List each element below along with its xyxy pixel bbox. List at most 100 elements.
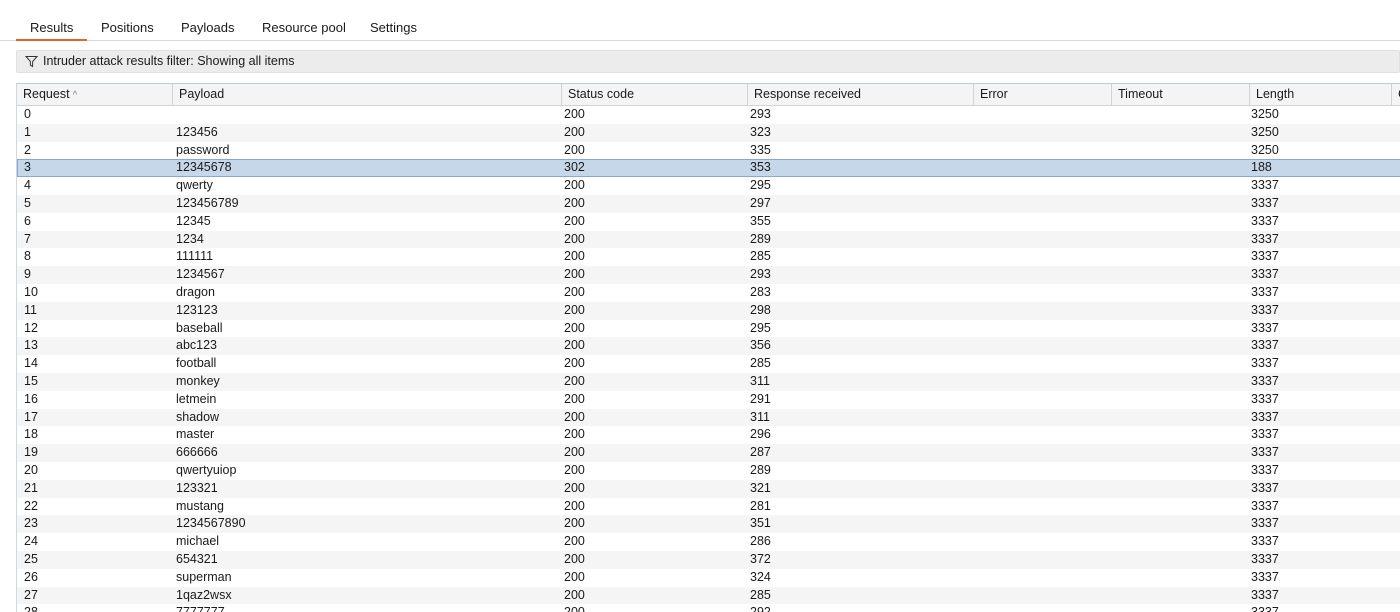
error-cell [969,444,1107,462]
error-cell [969,551,1107,569]
table-row[interactable]: 15 monkey 200 311 3337 [17,372,1400,391]
length-cell: 3337 [1251,320,1279,335]
length-cell: 3337 [1251,356,1279,371]
column-header-timeout[interactable]: Timeout [1112,84,1250,106]
table-row[interactable]: 0 200 293 3250 [17,106,1400,124]
timeout-cell [1107,231,1244,249]
table-row[interactable]: 287777777200292 3337 [17,604,1400,612]
request-cell: 1 [24,124,31,139]
table-row[interactable]: 12 baseball 200 295 3337 [17,320,1400,338]
payload-cell [169,106,557,124]
length-cell: 3337 [1251,391,1279,406]
response-received-cell: 295 [750,178,771,193]
payload-cell: 1234567 [176,267,225,282]
payload-cell: 7777777 [169,604,557,612]
table-row[interactable]: 4 qwerty 200 295 3337 [17,177,1400,195]
payload-cell: mustang [176,498,224,513]
column-header-request[interactable]: Request ^ [17,84,173,106]
error-cell [969,480,1107,498]
column-header-payload[interactable]: Payload [173,84,562,106]
table-row[interactable]: 1 123456 200 323 3250 [17,123,1400,142]
status-code-cell: 200 [564,320,585,335]
timeout-cell [1107,320,1244,338]
response-received-cell: 289 [750,462,771,477]
payload-cell: letmein [176,391,217,406]
payload-cell: 1234567890 [176,516,246,531]
status-code-cell: 200 [564,445,585,460]
length-cell: 3337 [1251,569,1279,584]
length-cell: 3250 [1251,124,1279,139]
results-filter-bar[interactable]: Intruder attack results filter: Showing … [16,50,1400,73]
request-cell: 20 [24,462,38,477]
timeout-cell [1107,604,1244,612]
tab-positions[interactable]: Positions [87,20,168,41]
table-row[interactable]: 9 1234567 200 293 3337 [17,266,1400,284]
request-cell: 4 [24,178,31,193]
status-code-cell: 200 [564,498,585,513]
response-received-cell: 287 [750,445,771,460]
table-row[interactable]: 16 letmein 200 291 3337 [17,391,1400,409]
tab-resource-pool[interactable]: Resource pool [248,20,360,41]
request-cell: 17 [24,409,38,424]
request-cell: 12 [24,320,38,335]
table-row[interactable]: 23 1234567890 200 351 3337 [17,515,1400,534]
table-row[interactable]: 20 qwertyuiop 200 289 3337 [17,462,1400,480]
table-row[interactable]: 14 football 200 285 3337 [17,355,1400,373]
length-cell: 3337 [1244,604,1394,612]
timeout-cell [1107,355,1244,373]
table-row[interactable]: 13 abc123 200 356 3337 [17,337,1400,356]
payload-cell: 111111 [176,249,214,264]
timeout-cell [1107,515,1244,533]
payload-cell: monkey [176,373,220,388]
table-row[interactable]: 24 michael 200 286 3337 [17,533,1400,551]
length-cell: 3337 [1251,178,1279,193]
length-cell: 3337 [1251,427,1279,442]
table-row[interactable]: 19 666666 200 287 3337 [17,444,1400,462]
table-row[interactable]: 7 1234 200 289 3337 [17,230,1400,249]
column-header-status-code[interactable]: Status code [562,84,748,106]
response-received-cell: 285 [750,356,771,371]
table-row[interactable]: 22 mustang 200 281 3337 [17,498,1400,516]
table-row[interactable]: 18 master 200 296 3337 [17,426,1400,444]
length-cell: 3250 [1251,142,1279,157]
status-code-cell: 200 [564,142,585,157]
table-row[interactable]: 25 654321 200 372 3337 [17,550,1400,569]
response-received-cell: 291 [750,391,771,406]
error-cell [969,231,1107,249]
length-cell: 3337 [1251,516,1279,531]
payload-cell: 123123 [176,302,218,317]
timeout-cell [1107,373,1244,391]
request-cell: 26 [24,569,38,584]
column-header-response-received[interactable]: Response received [748,84,974,106]
column-header-length[interactable]: Length [1250,84,1392,106]
response-received-cell: 324 [750,569,771,584]
response-received-cell: 298 [750,302,771,317]
table-row[interactable]: 17 shadow 200 311 3337 [17,408,1400,427]
tab-settings[interactable]: Settings [356,20,431,41]
table-row[interactable]: 11 123123 200 298 3337 [17,301,1400,320]
table-row[interactable]: 6 12345 200 355 3337 [17,213,1400,231]
table-row[interactable]: 5 123456789 200 297 3337 [17,194,1400,213]
length-cell: 3337 [1251,534,1279,549]
table-row[interactable]: 27 1qaz2wsx 200 285 3337 [17,586,1400,605]
tab-results[interactable]: Results [16,20,88,41]
tab-payloads[interactable]: Payloads [167,20,248,41]
status-code-cell: 200 [564,302,585,317]
status-code-cell: 200 [564,534,585,549]
timeout-cell [1107,159,1244,177]
table-row[interactable]: 8 111111 200 285 3337 [17,248,1400,266]
request-cell: 3 [24,160,31,175]
length-cell: 3250 [1251,107,1279,121]
table-row[interactable]: 10 dragon 200 283 3337 [17,284,1400,302]
payload-cell: baseball [176,320,223,335]
table-row[interactable]: 21 123321 200 321 3337 [17,479,1400,498]
status-code-cell: 200 [564,356,585,371]
timeout-cell [1107,142,1244,160]
column-header-error[interactable]: Error [974,84,1112,106]
table-row[interactable]: 3 12345678 302 353 188 [17,159,1400,178]
table-row[interactable]: 26 superman 200 324 3337 [17,569,1400,587]
payload-cell: password [176,142,230,157]
request-cell: 22 [24,498,38,513]
column-header-comment[interactable]: C [1392,84,1400,106]
table-row[interactable]: 2 password 200 335 3250 [17,142,1400,160]
